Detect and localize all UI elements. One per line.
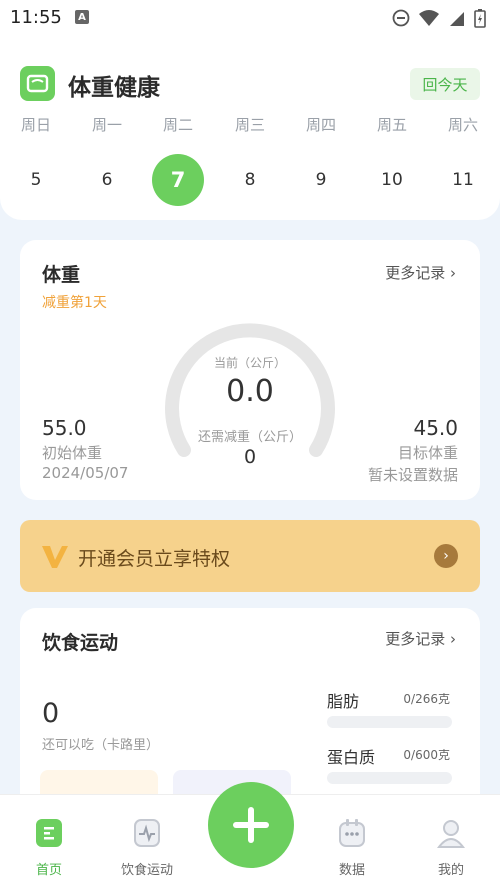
profile-user-icon	[436, 820, 466, 848]
initial-weight-value: 55.0	[42, 416, 87, 440]
weekday-label: 周日	[20, 116, 51, 134]
add-record-button[interactable]	[208, 782, 294, 868]
calories-remaining-label: 还可以吃（卡路里）	[42, 738, 160, 753]
tab-mine-label: 我的	[437, 863, 464, 878]
target-weight-note: 暂未设置数据	[367, 466, 458, 484]
nutrient-fat-amount: 0/266克	[403, 692, 450, 706]
vip-text: 开通会员立享特权	[78, 548, 231, 570]
tab-diet-exercise-label: 饮食运动	[120, 863, 173, 878]
status-icons	[392, 8, 486, 28]
tab-home[interactable]: 首页	[4, 795, 94, 889]
chevron-right-icon: ›	[450, 264, 456, 282]
weekday-label: 周四	[305, 116, 336, 134]
tab-data[interactable]: 数据	[307, 795, 397, 889]
nutrient-protein-progress	[327, 772, 452, 784]
date-item[interactable]: 5	[11, 154, 61, 206]
status-bar: 11:55 A	[0, 0, 500, 34]
date-item[interactable]: 9	[296, 154, 346, 206]
tab-data-label: 数据	[338, 863, 365, 878]
activity-pulse-icon	[134, 819, 160, 847]
back-to-today-button[interactable]: 回今天	[410, 68, 480, 100]
chevron-right-circle-icon[interactable]: ›	[434, 544, 458, 568]
chevron-right-icon: ›	[450, 630, 456, 648]
tab-diet-exercise[interactable]: 饮食运动	[102, 795, 192, 889]
tab-home-label: 首页	[35, 863, 62, 878]
notification-app-icon: A	[75, 10, 89, 24]
wifi-icon	[419, 10, 439, 26]
weekday-label: 周五	[376, 116, 407, 134]
scale-logo-icon	[20, 66, 55, 101]
tab-mine[interactable]: 我的	[406, 795, 496, 889]
status-time: 11:55	[10, 7, 62, 28]
weekday-label: 周六	[447, 116, 478, 134]
weight-card: 体重 更多记录 › 减重第1天 当前（公斤） 0.0 还需减重（公斤） 0 55…	[20, 240, 480, 500]
nutrient-fat-progress	[327, 716, 452, 728]
date-item[interactable]: 8	[225, 154, 275, 206]
date-row: 5 6 7 8 9 10 11	[0, 154, 500, 206]
weekday-label: 周二	[162, 116, 193, 134]
page-title: 体重健康	[68, 75, 160, 101]
home-doc-icon	[36, 819, 62, 847]
weekday-label: 周一	[91, 116, 122, 134]
calories-remaining-value: 0	[42, 698, 60, 729]
date-item[interactable]: 6	[82, 154, 132, 206]
weight-card-title: 体重	[42, 264, 81, 286]
weight-loss-day: 减重第1天	[42, 295, 107, 311]
target-weight-label: 目标体重	[397, 444, 458, 462]
vip-banner[interactable]: 开通会员立享特权 ›	[20, 520, 480, 592]
target-weight-value: 45.0	[413, 416, 458, 440]
vip-v-icon	[42, 546, 68, 568]
more-records-label: 更多记录	[385, 630, 446, 648]
nutrient-fat-name: 脂肪	[327, 692, 360, 711]
more-records-label: 更多记录	[385, 264, 446, 282]
weight-more-records-link[interactable]: 更多记录 ›	[385, 262, 456, 283]
initial-weight-label: 初始体重	[42, 444, 103, 462]
date-item-selected[interactable]: 7	[152, 154, 204, 206]
weekday-row: 周日 周一 周二 周三 周四 周五 周六	[0, 114, 500, 138]
current-weight-label: 当前（公斤）	[213, 356, 286, 370]
diet-more-records-link[interactable]: 更多记录 ›	[385, 628, 456, 649]
date-item[interactable]: 10	[367, 154, 417, 206]
nutrient-protein-amount: 0/600克	[403, 748, 450, 762]
do-not-disturb-icon	[392, 9, 410, 27]
nutrient-protein-name: 蛋白质	[327, 748, 376, 767]
header-panel: 体重健康 回今天 周日 周一 周二 周三 周四 周五 周六 5 6 7 8 9 …	[0, 34, 500, 220]
current-weight-value: 0.0	[226, 374, 274, 409]
plus-icon	[233, 807, 269, 843]
diet-card-title: 饮食运动	[42, 632, 119, 654]
initial-weight-date: 2024/05/07	[42, 464, 129, 482]
date-item[interactable]: 11	[438, 154, 488, 206]
calendar-data-icon	[339, 819, 365, 847]
battery-icon	[474, 9, 486, 28]
weekday-label: 周三	[234, 116, 265, 134]
signal-icon	[450, 12, 464, 26]
